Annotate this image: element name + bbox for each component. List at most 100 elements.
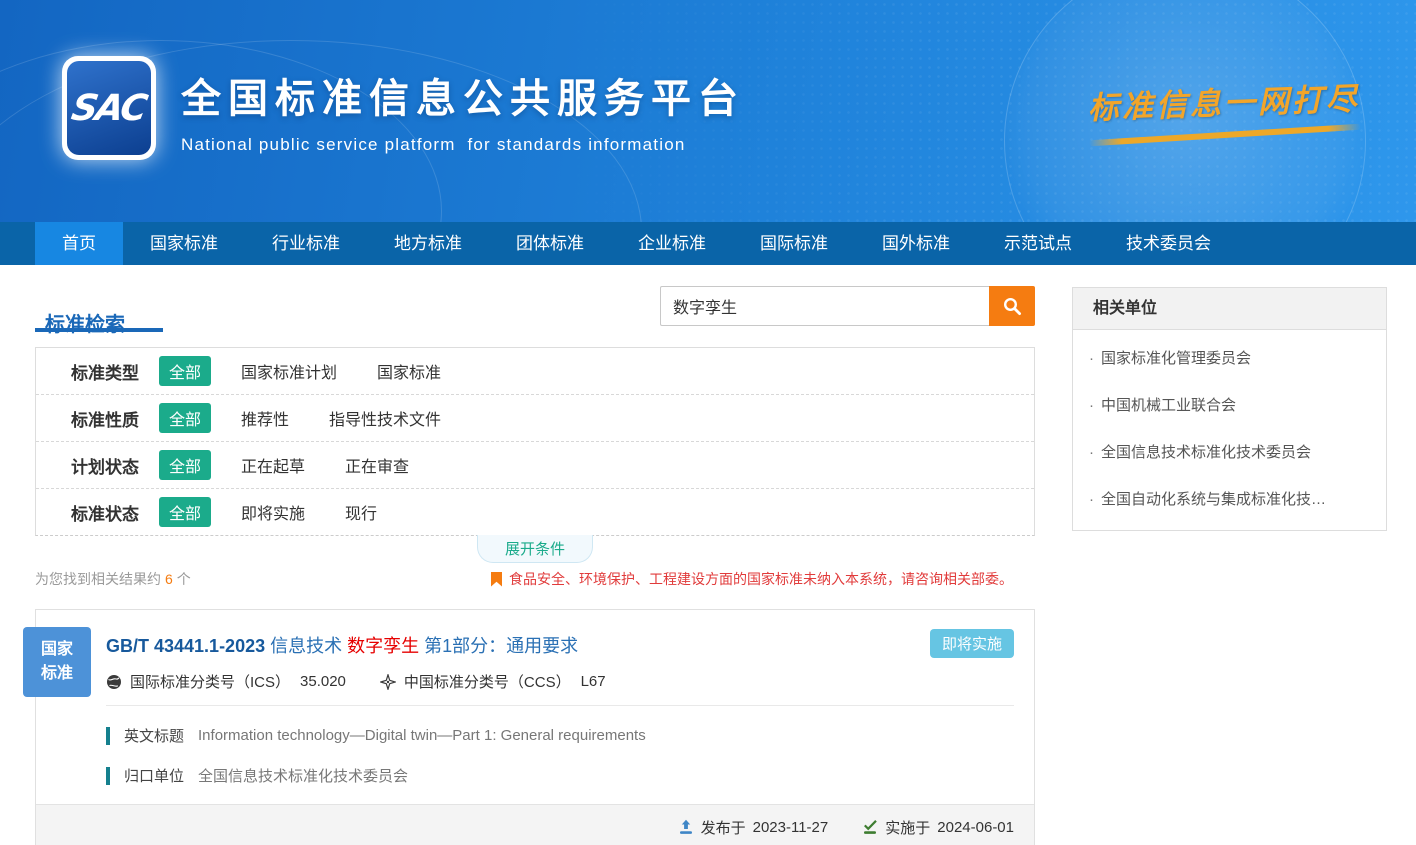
filter-option[interactable]: 现行 (345, 500, 377, 524)
nav-tab-home[interactable]: 首页 (35, 222, 123, 265)
badge-line1: 国家 (41, 638, 73, 662)
related-unit-link[interactable]: ·全国自动化系统与集成标准化技… (1073, 475, 1386, 522)
card-body: GB/T 43441.1-2023 信息技术 数字孪生 第1部分：通用要求 即将… (36, 632, 1034, 786)
header-slogan: 标准信息一网打尽 (1087, 73, 1361, 142)
related-unit-link[interactable]: ·全国信息技术标准化技术委员会 (1073, 428, 1386, 475)
filter-option[interactable]: 国家标准 (377, 359, 441, 383)
implement-date: 2024-06-01 (937, 819, 1014, 836)
ccs-value: L67 (581, 673, 606, 690)
nav-tab-pilot-demonstration[interactable]: 示范试点 (977, 222, 1099, 265)
result-card: 国家 标准 GB/T 43441.1-2023 信息技术 数字孪生 第1部分：通… (35, 609, 1035, 845)
badge-line2: 标准 (41, 662, 73, 686)
site-title: 全国标准信息公共服务平台 (181, 66, 745, 124)
filter-label-standard-nature: 标准性质 (71, 406, 159, 431)
nav-tab-group-standards[interactable]: 团体标准 (489, 222, 611, 265)
publish-date: 2023-11-27 (753, 819, 829, 836)
implement-label: 实施于 (885, 817, 930, 838)
filter-row-standard-nature: 标准性质全部 推荐性 指导性技术文件 (36, 395, 1034, 442)
search-input[interactable] (660, 286, 989, 326)
filter-option[interactable]: 正在起草 (241, 453, 305, 477)
dept-row: 归口单位 全国信息技术标准化技术委员会 (106, 765, 1014, 786)
compass-icon (380, 674, 396, 690)
results-meta: 为您找到相关结果约6个 食品安全、环境保护、工程建设方面的国家标准未纳入本系统，… (35, 569, 1035, 589)
nav-tab-local-standards[interactable]: 地方标准 (367, 222, 489, 265)
teal-bar-decoration (106, 767, 110, 785)
filter-option[interactable]: 国家标准计划 (241, 359, 337, 383)
section-title: 标准检索 (45, 308, 125, 337)
main-column: 标准检索 标准类型全部国家标准计划国家标准标准性质全部 (35, 265, 1035, 845)
results-count-prefix: 为您找到相关结果约 (35, 571, 161, 587)
section-title-underline (35, 328, 163, 332)
status-badge: 即将实施 (930, 629, 1014, 658)
site-title-block: 全国标准信息公共服务平台 National public service pla… (181, 66, 745, 155)
implement-icon (862, 819, 878, 835)
standard-title-link[interactable]: GB/T 43441.1-2023 信息技术 数字孪生 第1部分：通用要求 即将… (106, 632, 1014, 658)
filter-label-standard-type: 标准类型 (71, 359, 159, 384)
standard-title-part1: 信息技术 (270, 636, 342, 656)
publish-date-item: 发布于 2023-11-27 (678, 817, 829, 838)
ics-value: 35.020 (300, 673, 346, 690)
main-nav: 首页国家标准行业标准地方标准团体标准企业标准国际标准国外标准示范试点技术委员会 (0, 222, 1416, 265)
globe-icon (106, 674, 122, 690)
filter-all-button-standard-status[interactable]: 全部 (159, 497, 211, 527)
filter-all-button-standard-type[interactable]: 全部 (159, 356, 211, 386)
dept-label: 归口单位 (124, 765, 184, 786)
related-units-list: ·国家标准化管理委员会·中国机械工业联合会·全国信息技术标准化技术委员会·全国自… (1073, 330, 1386, 530)
site-subtitle: National public service platform for sta… (181, 135, 745, 155)
filter-label-plan-status: 计划状态 (71, 453, 159, 478)
english-title-label: 英文标题 (124, 725, 184, 746)
content: 标准检索 标准类型全部国家标准计划国家标准标准性质全部 (0, 265, 1416, 845)
ccs-group: 中国标准分类号（CCS） L67 (380, 671, 606, 692)
search-box (660, 286, 1035, 326)
sac-logo-inner: SAC (67, 61, 151, 155)
ccs-label: 中国标准分类号（CCS） (404, 671, 571, 692)
nav-tab-foreign-standards[interactable]: 国外标准 (855, 222, 977, 265)
dept-value[interactable]: 全国信息技术标准化技术委员会 (198, 765, 408, 786)
expand-conditions-button[interactable]: 展开条件 (477, 535, 593, 563)
page: SAC 全国标准信息公共服务平台 National public service… (0, 0, 1416, 845)
nav-tab-enterprise-standards[interactable]: 企业标准 (611, 222, 733, 265)
standard-title-highlight: 数字孪生 (347, 636, 419, 656)
system-notice: 食品安全、环境保护、工程建设方面的国家标准未纳入本系统，请咨询相关部委。 (491, 569, 1013, 589)
ics-label: 国际标准分类号（ICS） (130, 671, 290, 692)
filter-box: 标准类型全部国家标准计划国家标准标准性质全部推荐性指导性技术文件计划状态全部正在… (35, 347, 1035, 536)
publish-label: 发布于 (701, 817, 746, 838)
nav-tab-national-standards[interactable]: 国家标准 (123, 222, 245, 265)
classification-row: 国际标准分类号（ICS） 35.020 中国标准分类号（CCS） L67 (106, 671, 1014, 692)
standard-title-part2: 第1部分：通用要求 (424, 636, 578, 656)
nav-tab-technical-committees[interactable]: 技术委员会 (1099, 222, 1238, 265)
results-count-number: 6 (165, 571, 173, 587)
filter-option[interactable]: 推荐性 (241, 406, 289, 430)
notice-text: 食品安全、环境保护、工程建设方面的国家标准未纳入本系统，请咨询相关部委。 (509, 569, 1013, 589)
results-count: 为您找到相关结果约6个 (35, 569, 191, 589)
slogan-text: 标准信息一网打尽 (1087, 73, 1360, 127)
filter-label-standard-status: 标准状态 (71, 500, 159, 525)
english-title-row: 英文标题 Information technology—Digital twin… (106, 725, 1014, 746)
search-button[interactable] (989, 286, 1035, 326)
english-title-value: Information technology—Digital twin—Part… (198, 727, 646, 744)
publish-icon (678, 819, 694, 835)
filter-option[interactable]: 即将实施 (241, 500, 305, 524)
filter-option[interactable]: 正在审查 (345, 453, 409, 477)
sac-logo-text: SAC (69, 88, 149, 129)
implement-date-item: 实施于 2024-06-01 (862, 817, 1014, 838)
filter-row-standard-type: 标准类型全部 国家标准计划 国家标准 (36, 348, 1034, 395)
list-bullet: · (1089, 350, 1094, 367)
filter-row-standard-status: 标准状态全部 即将实施 现行 (36, 489, 1034, 535)
card-footer: 发布于 2023-11-27 实施于 2024-06-01 (36, 804, 1034, 845)
related-unit-link[interactable]: ·中国机械工业联合会 (1073, 381, 1386, 428)
card-divider (106, 705, 1014, 706)
filter-option[interactable]: 指导性技术文件 (329, 406, 441, 430)
filter-all-button-plan-status[interactable]: 全部 (159, 450, 211, 480)
sac-logo[interactable]: SAC (62, 56, 156, 160)
nav-tab-international-standards[interactable]: 国际标准 (733, 222, 855, 265)
standard-code: GB/T 43441.1-2023 (106, 636, 265, 656)
filter-all-button-standard-nature[interactable]: 全部 (159, 403, 211, 433)
filter-row-plan-status: 计划状态全部 正在起草 正在审查 (36, 442, 1034, 489)
nav-tab-industry-standards[interactable]: 行业标准 (245, 222, 367, 265)
search-icon (1002, 296, 1022, 316)
site-header: SAC 全国标准信息公共服务平台 National public service… (0, 0, 1416, 222)
bookmark-icon (491, 572, 502, 587)
standard-type-badge: 国家 标准 (23, 627, 91, 697)
related-unit-link[interactable]: ·国家标准化管理委员会 (1073, 334, 1386, 381)
